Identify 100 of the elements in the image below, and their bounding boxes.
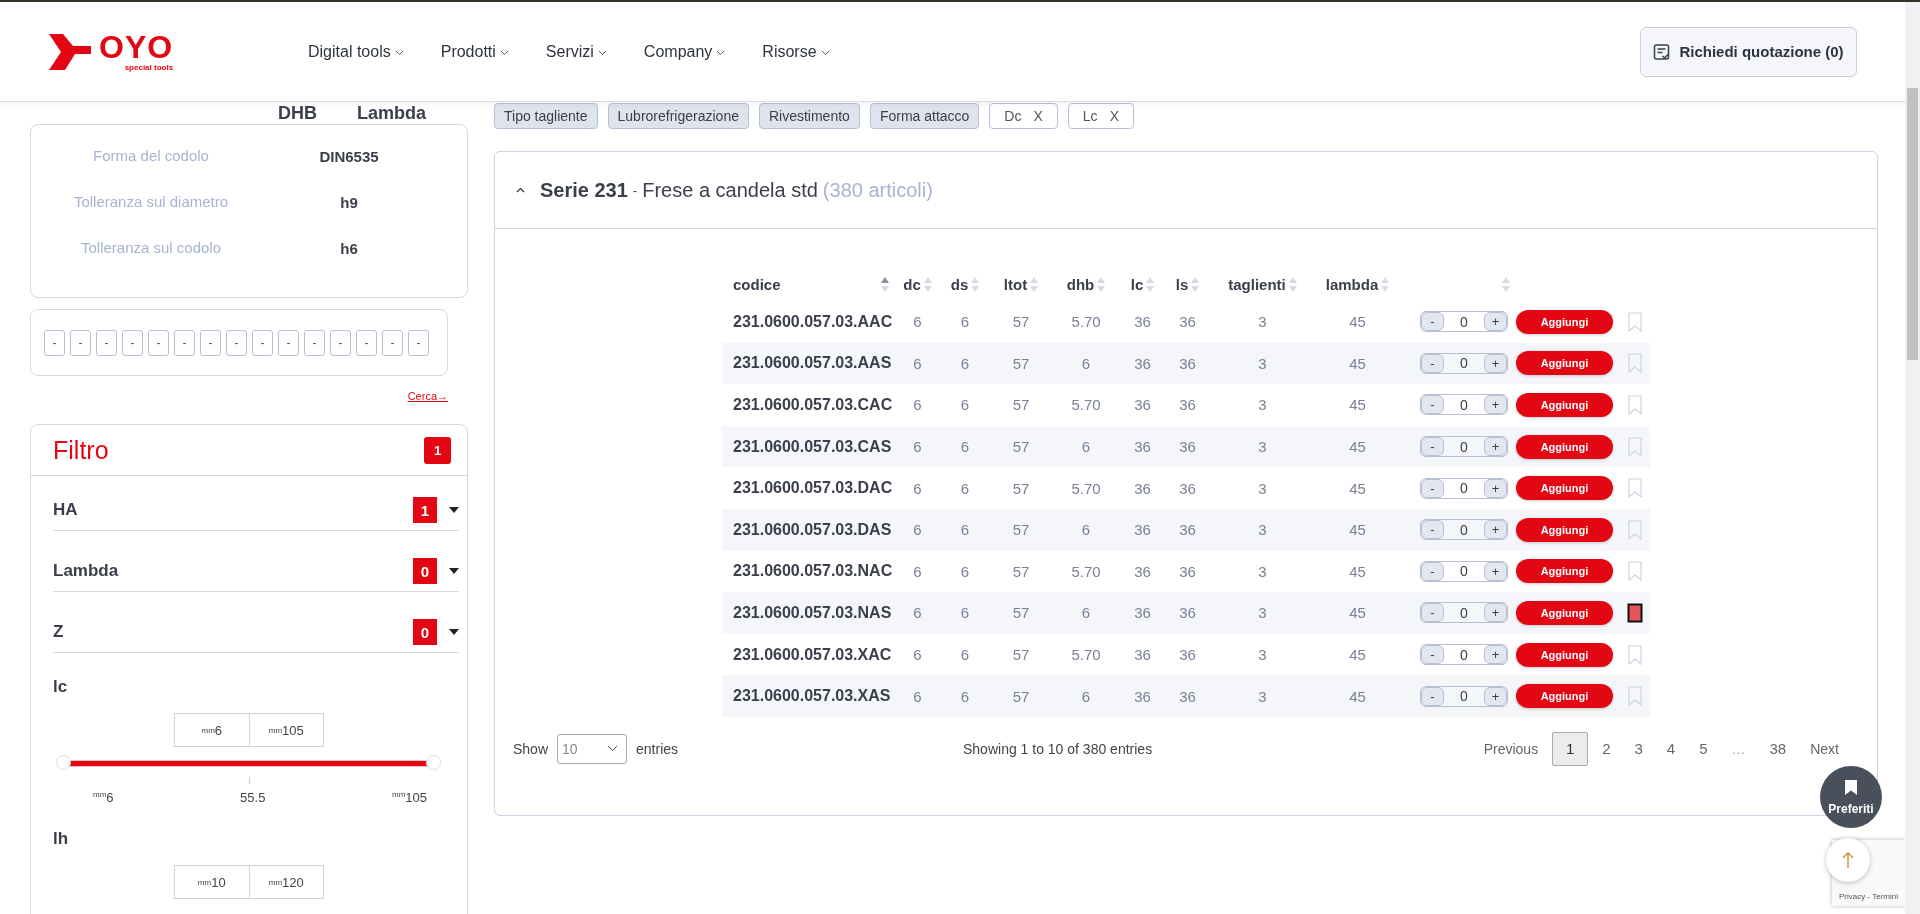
nav-menu-item[interactable]: Company xyxy=(643,42,726,61)
nav-menu-item[interactable]: Risorse xyxy=(762,42,830,61)
quantity-stepper[interactable]: - 0 + xyxy=(1420,685,1508,707)
nav-menu-item[interactable]: Prodotti xyxy=(440,42,509,61)
increment-button[interactable]: + xyxy=(1484,520,1507,540)
decrement-button[interactable]: - xyxy=(1421,686,1444,706)
chevron-down-icon[interactable] xyxy=(820,49,830,56)
decrement-button[interactable]: - xyxy=(1421,561,1444,581)
nav-menu-item[interactable]: Servizi xyxy=(545,42,607,61)
remove-chip-button[interactable]: X xyxy=(1109,108,1119,124)
code-segment-field[interactable]: - xyxy=(382,329,403,356)
nav-menu-item[interactable]: Digital tools xyxy=(308,42,404,61)
column-header[interactable]: lambda xyxy=(1315,275,1400,293)
sort-icon[interactable] xyxy=(1381,276,1390,292)
page-link[interactable]: 1 xyxy=(1552,731,1589,766)
scroll-to-top-button[interactable] xyxy=(1826,838,1870,882)
column-header[interactable]: taglienti xyxy=(1210,275,1315,293)
decrement-button[interactable]: - xyxy=(1421,478,1444,498)
remove-chip-button[interactable]: X xyxy=(1033,108,1043,124)
filter-chip[interactable]: Lubrorefrigerazione xyxy=(607,103,749,129)
code-segment-field[interactable]: - xyxy=(278,329,299,356)
increment-button[interactable]: + xyxy=(1484,395,1507,415)
chevron-down-icon[interactable] xyxy=(597,49,607,56)
slider-handle[interactable] xyxy=(56,755,71,770)
decrement-button[interactable]: - xyxy=(1421,395,1444,415)
quantity-stepper[interactable]: - 0 + xyxy=(1420,519,1508,541)
filter-chip[interactable]: Forma attacco xyxy=(869,103,980,129)
page-link[interactable]: 2 xyxy=(1592,731,1621,766)
add-button[interactable]: Aggiungi xyxy=(1516,351,1613,376)
sort-icon[interactable] xyxy=(881,276,889,292)
chevron-down-icon[interactable] xyxy=(716,49,726,56)
bookmark-icon[interactable] xyxy=(1627,602,1643,623)
decrement-button[interactable]: - xyxy=(1421,437,1444,457)
filter-chip[interactable]: Tipo tagliente xyxy=(494,103,598,129)
quantity-stepper[interactable]: - 0 + xyxy=(1420,477,1508,499)
code-segment-field[interactable]: - xyxy=(200,329,221,356)
column-header[interactable]: lc xyxy=(1120,275,1165,293)
column-header[interactable]: ls xyxy=(1165,275,1210,293)
dropdown-caret-icon[interactable] xyxy=(449,507,459,513)
code-segment-field[interactable]: - xyxy=(356,329,377,356)
add-button[interactable]: Aggiungi xyxy=(1516,600,1613,625)
code-segment-field[interactable]: - xyxy=(408,329,429,356)
code-segment-field[interactable]: - xyxy=(148,329,169,356)
filter-chip[interactable]: Rivestimento xyxy=(758,103,860,129)
add-button[interactable]: Aggiungi xyxy=(1516,517,1613,542)
decrement-button[interactable]: - xyxy=(1421,312,1444,332)
code-segment-field[interactable]: - xyxy=(96,329,117,356)
sort-icon[interactable] xyxy=(1288,276,1297,292)
add-button[interactable]: Aggiungi xyxy=(1516,434,1613,459)
quote-request-button[interactable]: Richiedi quotazione (0) xyxy=(1640,26,1857,77)
filter-group-label[interactable]: Z xyxy=(53,622,413,642)
column-header[interactable]: dhb xyxy=(1052,275,1120,293)
quantity-stepper[interactable]: - 0 + xyxy=(1420,352,1508,374)
page-link[interactable]: 38 xyxy=(1759,731,1797,766)
add-button[interactable]: Aggiungi xyxy=(1516,476,1613,501)
previous-page-link[interactable]: Previous xyxy=(1473,740,1549,757)
filter-chip[interactable]: Dc X xyxy=(989,103,1058,129)
add-button[interactable]: Aggiungi xyxy=(1516,684,1613,709)
decrement-button[interactable]: - xyxy=(1421,520,1444,540)
chevron-down-icon[interactable] xyxy=(499,49,509,56)
page-link[interactable]: 3 xyxy=(1624,731,1653,766)
code-segment-field[interactable]: - xyxy=(174,329,195,356)
quantity-stepper[interactable]: - 0 + xyxy=(1420,436,1508,458)
sort-icon[interactable] xyxy=(971,276,980,292)
slider-handle[interactable] xyxy=(426,755,441,770)
search-link[interactable]: Cerca→ xyxy=(407,390,448,402)
page-size-select[interactable]: 10 xyxy=(557,733,628,764)
code-segment-field[interactable]: - xyxy=(122,329,143,356)
sort-icon[interactable] xyxy=(1030,276,1039,292)
quantity-stepper[interactable]: - 0 + xyxy=(1420,560,1508,582)
add-button[interactable]: Aggiungi xyxy=(1516,309,1613,334)
filter-group-label[interactable]: Lambda xyxy=(53,561,413,581)
add-button[interactable]: Aggiungi xyxy=(1516,642,1613,667)
sort-icon[interactable] xyxy=(1097,276,1106,292)
quantity-stepper[interactable]: - 0 + xyxy=(1420,311,1508,333)
dropdown-caret-icon[interactable] xyxy=(449,568,459,574)
decrement-button[interactable]: - xyxy=(1421,353,1444,373)
favorites-button[interactable]: Preferiti xyxy=(1820,766,1882,828)
increment-button[interactable]: + xyxy=(1484,478,1507,498)
increment-button[interactable]: + xyxy=(1484,603,1507,623)
column-header[interactable]: codice xyxy=(722,275,895,293)
column-header[interactable]: dc xyxy=(895,275,940,293)
column-header[interactable]: ltot xyxy=(990,275,1052,293)
quantity-stepper[interactable]: - 0 + xyxy=(1420,602,1508,624)
code-segment-field[interactable]: - xyxy=(226,329,247,356)
filter-group-label[interactable]: HA xyxy=(53,500,413,520)
code-segment-field[interactable]: - xyxy=(44,329,65,356)
sort-icon[interactable] xyxy=(1191,276,1200,292)
recaptcha-links[interactable]: Privacy - Termini xyxy=(1839,892,1898,901)
collapse-chevron-icon[interactable] xyxy=(516,187,525,193)
increment-button[interactable]: + xyxy=(1484,561,1507,581)
scrollbar-thumb[interactable] xyxy=(1907,88,1918,360)
chevron-down-icon[interactable] xyxy=(394,49,404,56)
code-segment-field[interactable]: - xyxy=(304,329,325,356)
decrement-button[interactable]: - xyxy=(1421,645,1444,665)
code-segment-field[interactable]: - xyxy=(252,329,273,356)
next-page-link[interactable]: Next xyxy=(1800,740,1849,757)
sort-icon[interactable] xyxy=(923,276,932,292)
decrement-button[interactable]: - xyxy=(1421,603,1444,623)
page-link[interactable]: 5 xyxy=(1689,731,1718,766)
